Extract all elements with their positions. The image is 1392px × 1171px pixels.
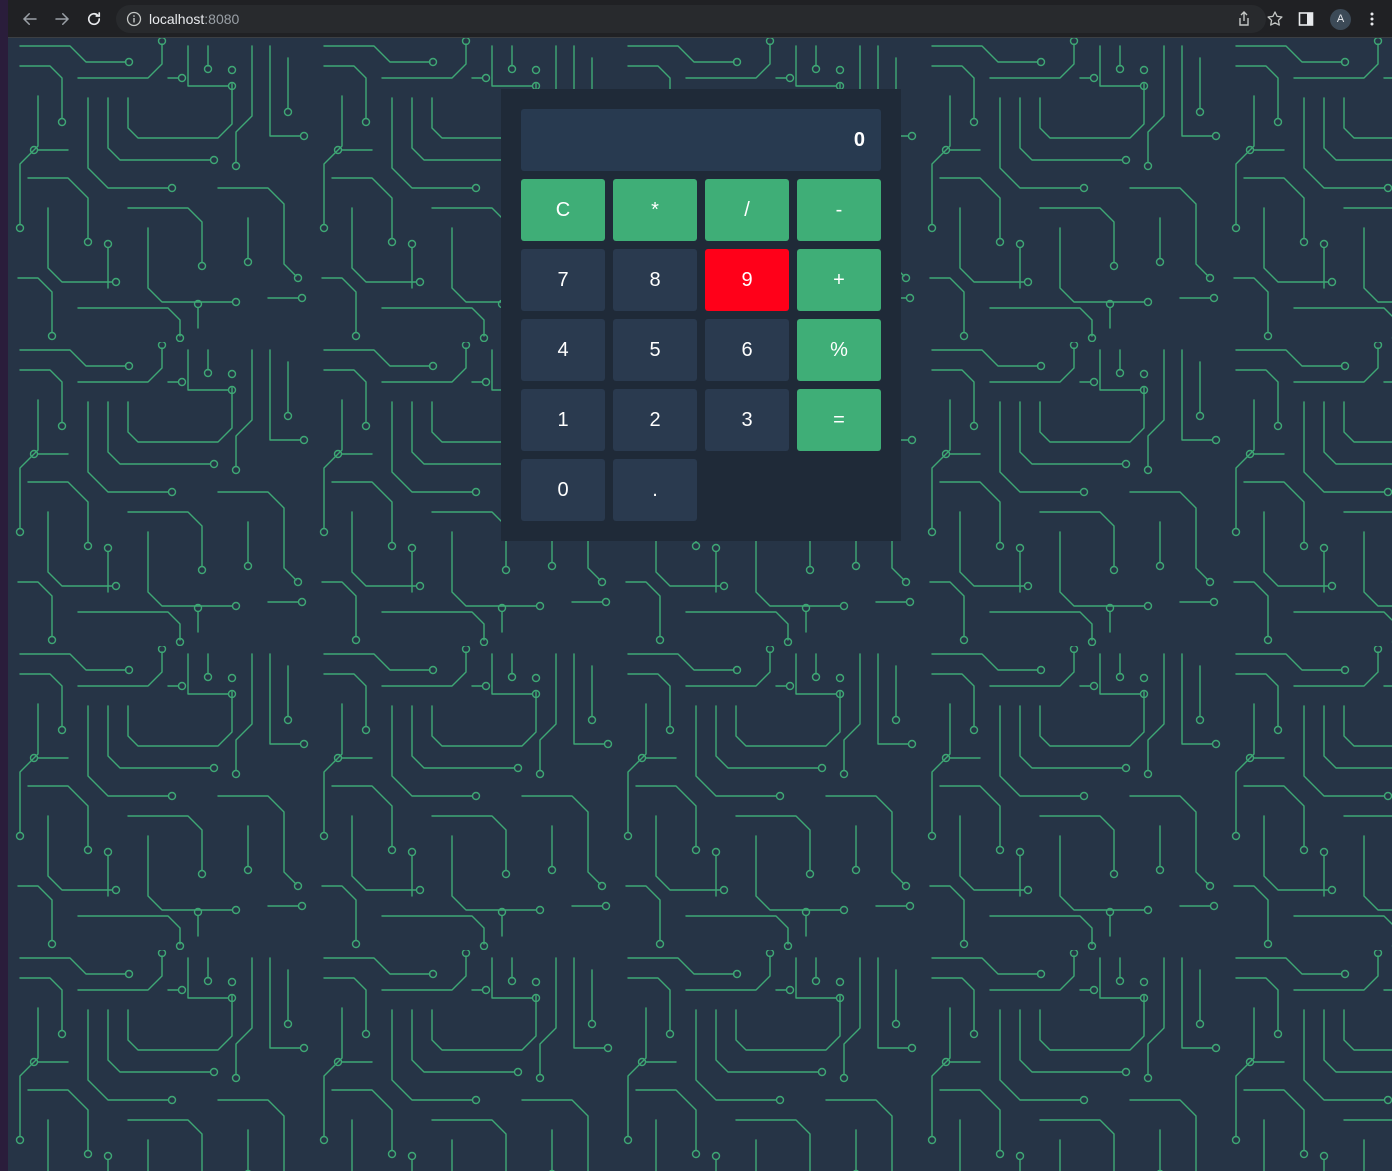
digit-6-button[interactable]: 6 (705, 319, 789, 381)
digit-5-button[interactable]: 5 (613, 319, 697, 381)
calculator: 0 C * / - 7 8 9 +4 5 6% 1 2 3 = 0. (501, 89, 901, 541)
calculator-display: 0 (521, 109, 881, 171)
digit-7-button[interactable]: 7 (521, 249, 605, 311)
percent-button[interactable]: % (797, 319, 881, 381)
profile-avatar[interactable]: A (1330, 9, 1351, 30)
side-panel-icon[interactable] (1296, 9, 1316, 29)
digit-3-button[interactable]: 3 (705, 389, 789, 451)
page-viewport: 0 C * / - 7 8 9 +4 5 6% 1 2 3 = 0. (8, 38, 1392, 1171)
site-info-icon[interactable] (126, 11, 142, 27)
subtract-button[interactable]: - (797, 179, 881, 241)
more-menu-icon[interactable] (1362, 9, 1382, 29)
equals-button[interactable]: = (797, 389, 881, 451)
url-host: localhost (149, 11, 205, 27)
digit-8-button[interactable]: 8 (613, 249, 697, 311)
digit-9-button[interactable]: 9 (705, 249, 789, 311)
digit-2-button[interactable]: 2 (613, 389, 697, 451)
add-button[interactable]: + (797, 249, 881, 311)
url-port: :8080 (204, 11, 240, 27)
bookmark-star-icon[interactable] (1266, 10, 1284, 28)
back-arrow-icon[interactable] (18, 7, 42, 31)
digit-4-button[interactable]: 4 (521, 319, 605, 381)
url-text: localhost:8080 (149, 11, 239, 27)
forward-arrow-icon[interactable] (50, 7, 74, 31)
decimal-button[interactable]: . (613, 459, 697, 521)
share-icon[interactable] (1235, 10, 1253, 28)
reload-icon[interactable] (82, 7, 106, 31)
clear-button[interactable]: C (521, 179, 605, 241)
digit-1-button[interactable]: 1 (521, 389, 605, 451)
browser-toolbar: localhost:8080 A (8, 0, 1392, 38)
divide-button[interactable]: / (705, 179, 789, 241)
address-bar[interactable]: localhost:8080 (116, 5, 1283, 33)
multiply-button[interactable]: * (613, 179, 697, 241)
calculator-keypad: C * / - 7 8 9 +4 5 6% 1 2 3 = 0. (521, 179, 881, 521)
digit-0-button[interactable]: 0 (521, 459, 605, 521)
desktop-edge (0, 0, 8, 1171)
